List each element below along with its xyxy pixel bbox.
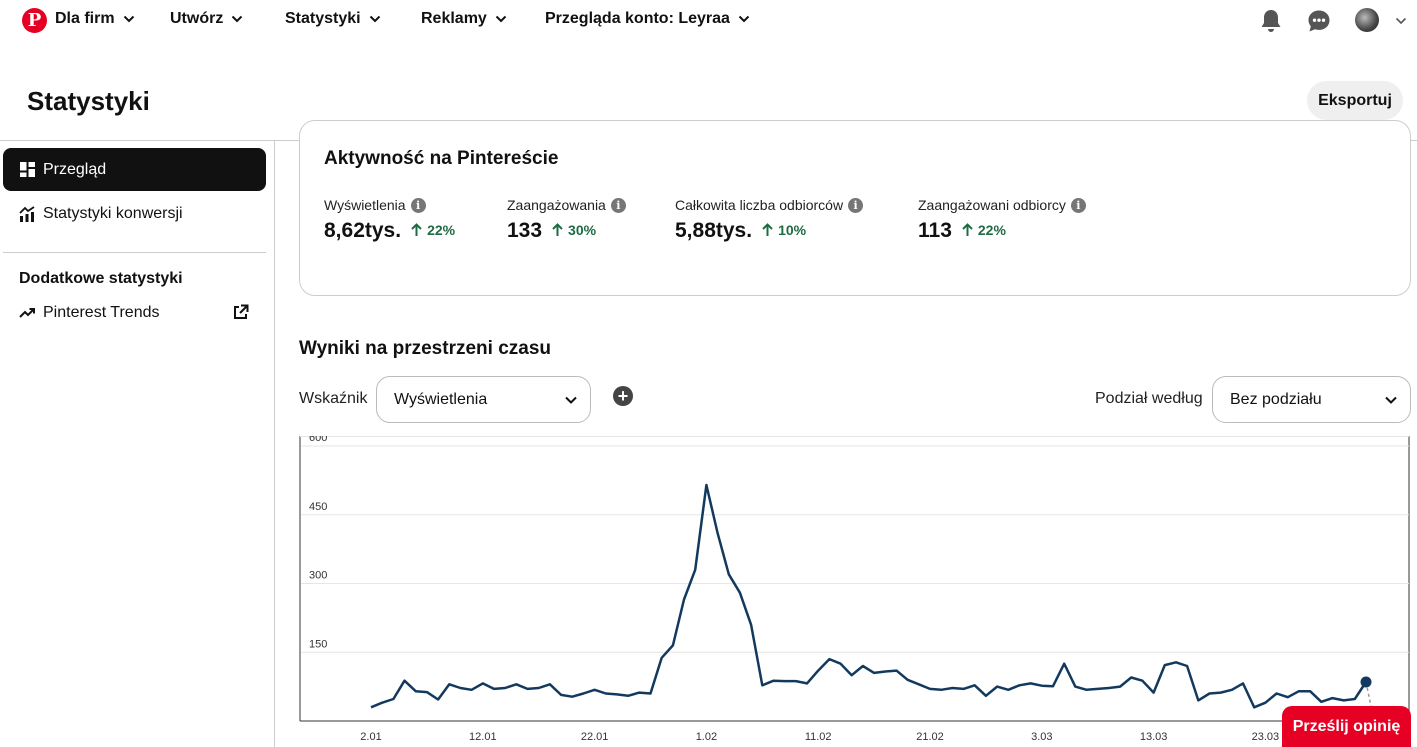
additional-insights-heading: Dodatkowe statystyki: [19, 270, 183, 287]
nav-ads-label: Reklamy: [421, 10, 487, 27]
activity-card: Aktywność na Pintereście Wyświetlenia i 8…: [299, 120, 1411, 296]
nav-analytics-label: Statystyki: [285, 10, 361, 27]
trend-icon: [19, 305, 35, 321]
chevron-down-icon: [495, 15, 507, 23]
info-icon[interactable]: i: [410, 197, 426, 213]
nav-account-switcher[interactable]: Przegląda konto: Leyraa: [545, 10, 750, 28]
metric-label: Wyświetlenia: [324, 197, 406, 213]
metric-engagements: Zaangażowania i 133 30%: [507, 197, 626, 243]
nav-create-menu[interactable]: Utwórz: [170, 10, 243, 28]
chevron-down-icon: [738, 15, 750, 23]
series-line-impressions: [370, 483, 1368, 709]
x-tick-label: 3.03: [1031, 731, 1052, 743]
metric-select-label: Wskaźnik: [299, 390, 368, 407]
x-tick-label: 12.01: [469, 731, 497, 743]
arrow-up-icon: [552, 223, 563, 236]
sidebar-divider: [3, 252, 266, 253]
y-tick-label: 450: [309, 501, 327, 513]
conversion-chart-icon: [19, 205, 35, 222]
x-tick-label: 11.02: [805, 731, 832, 743]
sidebar-item-label: Statystyki konwersji: [43, 204, 183, 222]
metric-select[interactable]: Wyświetlenia: [376, 376, 591, 423]
send-feedback-button[interactable]: Prześlij opinię: [1282, 706, 1411, 747]
metric-value: 133: [507, 219, 543, 242]
info-icon[interactable]: i: [848, 197, 864, 213]
activity-card-title: Aktywność na Pintereście: [324, 148, 559, 169]
dashboard-icon: [19, 162, 35, 178]
nav-analytics-menu[interactable]: Statystyki: [285, 10, 381, 28]
nav-business-menu[interactable]: Dla firm: [55, 10, 135, 28]
sidebar-item-overview[interactable]: Przegląd: [3, 148, 266, 191]
chevron-down-icon: [232, 15, 243, 23]
metric-change: 22%: [427, 222, 456, 238]
metric-change: 22%: [977, 222, 1006, 238]
nav-ads-menu[interactable]: Reklamy: [421, 10, 507, 28]
nav-account-label: Przegląda konto: Leyraa: [545, 10, 730, 27]
metric-select-value: Wyświetlenia: [394, 390, 488, 408]
x-tick-label: 22.01: [581, 731, 609, 743]
x-tick-label: 2.01: [360, 731, 381, 743]
messages-icon[interactable]: [1306, 8, 1332, 34]
chevron-down-icon: [565, 396, 577, 404]
x-tick-label: 21.02: [916, 731, 944, 743]
metric-change: 30%: [568, 222, 597, 238]
export-button[interactable]: Eksportuj: [1307, 81, 1403, 120]
info-icon[interactable]: i: [1070, 197, 1086, 213]
pinterest-logo-icon[interactable]: P: [22, 8, 47, 33]
metric-impressions: Wyświetlenia i 8,62tys. 22%: [324, 197, 455, 243]
sidebar-item-label: Przegląd: [43, 160, 107, 178]
results-line-chart: 150 300 450 600 2.01 12.01 22.01 1.02 11.02 21.02…: [299, 436, 1410, 743]
metric-total-audience: Całkowita liczba odbiorców i 5,88tys. 10%: [675, 197, 864, 243]
metric-label: Zaangażowani odbiorcy: [918, 197, 1066, 213]
add-metric-plus-icon[interactable]: +: [613, 386, 633, 406]
arrow-up-icon: [411, 223, 422, 236]
metric-engaged-audience: Zaangażowani odbiorcy i 113 22%: [918, 197, 1086, 243]
chevron-down-icon: [123, 15, 134, 23]
metric-value: 8,62tys.: [324, 219, 402, 242]
notifications-bell-icon[interactable]: [1258, 8, 1284, 34]
arrow-up-icon: [762, 223, 773, 236]
top-navigation: P Dla firm Utwórz Statystyki Reklamy Prz…: [0, 0, 1417, 42]
chevron-down-icon: [1385, 396, 1397, 404]
nav-create-label: Utwórz: [170, 10, 224, 27]
y-tick-label: 150: [309, 638, 327, 650]
metric-label: Zaangażowania: [507, 197, 606, 213]
metric-value: 113: [918, 219, 952, 242]
chevron-down-icon: [369, 15, 380, 23]
external-link-icon: [233, 304, 249, 325]
sidebar-item-label: Pinterest Trends: [43, 303, 160, 321]
metric-label: Całkowita liczba odbiorców: [675, 197, 844, 213]
info-icon[interactable]: i: [610, 197, 626, 213]
y-tick-label: 600: [309, 436, 327, 444]
profile-avatar[interactable]: [1355, 8, 1379, 32]
account-chevron-down-icon[interactable]: [1390, 8, 1412, 34]
metric-value: 5,88tys.: [675, 219, 753, 242]
y-tick-label: 300: [309, 570, 327, 582]
x-tick-label: 23.03: [1252, 731, 1280, 743]
last-data-point: [1360, 676, 1372, 688]
sidebar-item-conversion[interactable]: Statystyki konwersji: [3, 192, 266, 235]
x-tick-label: 13.03: [1140, 731, 1168, 743]
arrow-up-icon: [962, 223, 973, 236]
x-tick-label: 1.02: [696, 731, 717, 743]
sidebar-item-pinterest-trends[interactable]: Pinterest Trends: [3, 291, 266, 334]
split-select-value: Bez podziału: [1230, 390, 1322, 408]
split-select-label: Podział według: [1095, 390, 1203, 407]
metric-change: 10%: [778, 222, 807, 238]
results-section-title: Wyniki na przestrzeni czasu: [299, 338, 552, 359]
page-title: Statystyki: [27, 86, 150, 116]
split-select[interactable]: Bez podziału: [1212, 376, 1411, 423]
sidebar: Przegląd Statystyki konwersji Dodatkowe …: [0, 141, 275, 747]
nav-business-label: Dla firm: [55, 10, 115, 27]
